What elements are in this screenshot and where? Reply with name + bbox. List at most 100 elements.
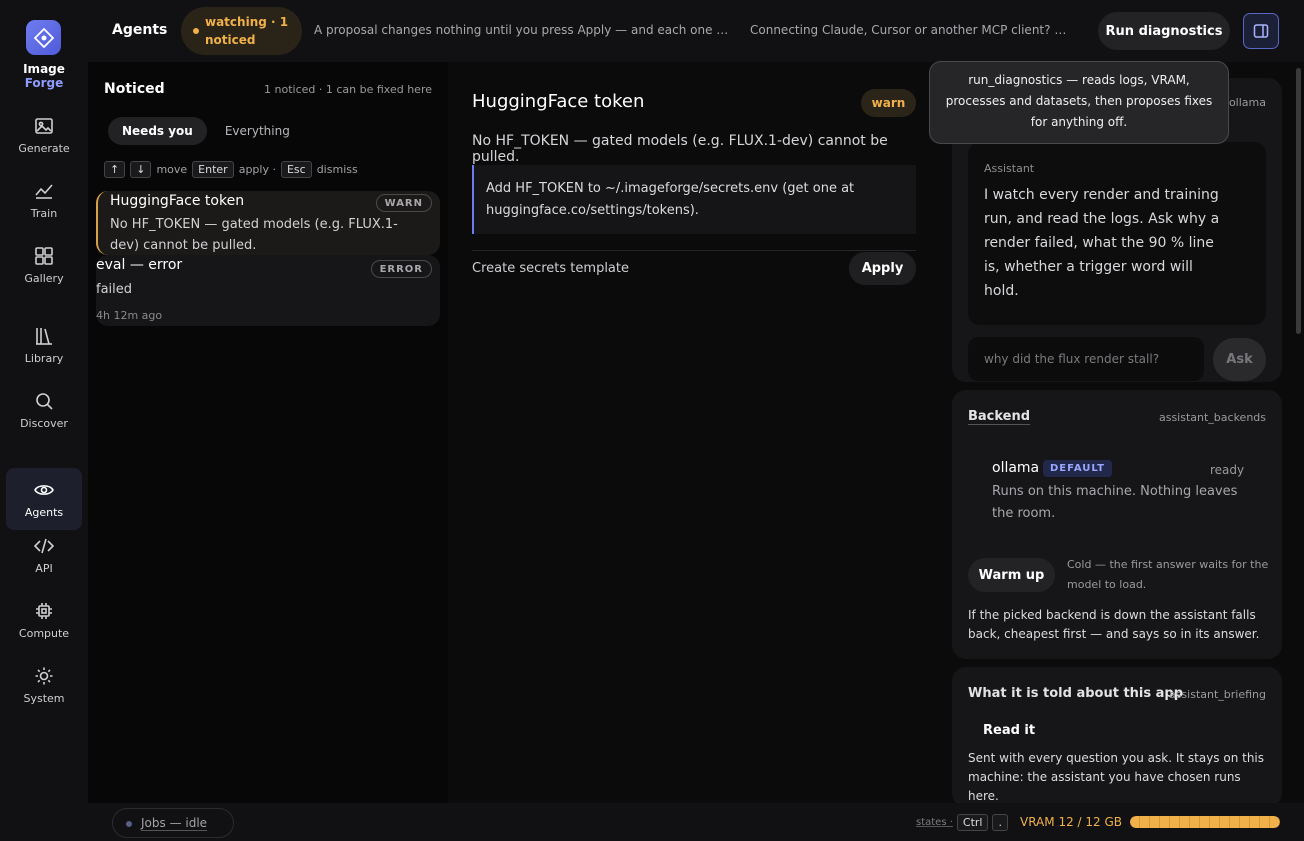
run-diagnostics-tooltip: run_diagnostics — reads logs, VRAM, proc… <box>929 61 1229 144</box>
notice-body: failed <box>96 282 133 297</box>
chart-line-icon <box>35 183 53 199</box>
assistant-panel: ollama Assistant I watch every render an… <box>938 62 1304 807</box>
noticed-panel: Noticed 1 noticed · 1 can be fixed here … <box>88 62 448 803</box>
warm-up-note: Cold — the first answer waits for the mo… <box>1067 558 1269 591</box>
fallback-note: If the picked backend is down the assist… <box>968 608 1260 641</box>
mcp-tip[interactable]: Connecting Claude, Cursor or another MCP… <box>750 23 1070 37</box>
noticed-count: 1 noticed · 1 can be fixed here <box>264 83 432 96</box>
keyboard-hints: ↑ ↓ move Enter apply · Esc dismiss <box>104 161 358 178</box>
run-diagnostics-button[interactable]: Run diagnostics <box>1098 12 1230 50</box>
diamond-logo-icon <box>33 27 54 48</box>
nav-label: Library <box>24 351 64 365</box>
backend-tag: assistant_backends <box>1158 411 1266 424</box>
jobs-dot-icon <box>126 821 132 827</box>
nav-label: Generate <box>18 141 70 155</box>
watching-text: watching · 1 noticed <box>205 15 289 47</box>
key-down: ↓ <box>130 161 152 178</box>
nav-system[interactable]: System <box>6 654 82 716</box>
briefing-card: What it is told about this app assistant… <box>952 667 1282 807</box>
app-logo[interactable] <box>26 20 61 55</box>
key-enter: Enter <box>192 161 234 178</box>
nav-label: API <box>35 561 53 575</box>
detail-title: HuggingFace token <box>472 91 645 112</box>
status-dot-icon <box>193 28 199 34</box>
briefing-text: Sent with every question you ask. It sta… <box>968 751 1265 803</box>
severity-chip: warn <box>861 89 916 117</box>
assistant-label: Assistant <box>984 162 1035 175</box>
nav-label: Train <box>30 206 58 220</box>
eye-icon <box>34 484 54 495</box>
key-up: ↑ <box>104 161 126 178</box>
vram-meter <box>1130 816 1280 828</box>
proposed-fix: Add HF_TOKEN to ~/.imageforge/secrets.en… <box>472 165 916 234</box>
states-shortcut[interactable]: states · Ctrl . <box>916 814 1008 831</box>
apply-tip[interactable]: A proposal changes nothing until you pre… <box>314 23 734 37</box>
code-icon <box>34 538 54 553</box>
briefing-heading: What it is told about this app <box>968 686 1184 701</box>
warm-up-button[interactable]: Warm up <box>968 558 1055 592</box>
backend-description: Runs on this machine. Nothing leaves the… <box>992 484 1238 521</box>
apply-button[interactable]: Apply <box>849 252 916 285</box>
tab-everything[interactable]: Everything <box>211 117 304 145</box>
noticed-title: Noticed <box>104 81 165 97</box>
image-icon <box>35 117 53 134</box>
nav-discover[interactable]: Discover <box>6 379 82 441</box>
default-badge: DEFAULT <box>1043 460 1112 477</box>
nav-library[interactable]: Library <box>6 314 82 376</box>
grid-icon <box>35 246 53 265</box>
side-panel-icon <box>1253 24 1269 38</box>
nav-agents[interactable]: Agents <box>6 468 82 530</box>
key-period: . <box>992 814 1008 831</box>
notice-title: HuggingFace token <box>110 193 245 209</box>
assistant-message: Assistant I watch every render and train… <box>968 142 1266 325</box>
nav-gallery[interactable]: Gallery <box>6 234 82 296</box>
nav-label: System <box>23 691 65 705</box>
assistant-backend-tag: ollama <box>1228 96 1266 109</box>
page-title: Agents <box>112 22 168 38</box>
backend-name[interactable]: ollama <box>992 460 1039 476</box>
notice-item-hf-token[interactable]: HuggingFace token WARN No HF_TOKEN — gat… <box>96 191 440 255</box>
notice-item-eval-error[interactable]: eval — error ERROR failed 4h 12m ago <box>96 255 440 326</box>
tab-needs-you[interactable]: Needs you <box>108 117 207 145</box>
brand-line-1: Image <box>23 62 65 76</box>
nav-train[interactable]: Train <box>6 169 82 231</box>
search-icon <box>36 392 53 410</box>
states-label: states · <box>916 817 953 828</box>
nav-compute[interactable]: Compute <box>6 589 82 651</box>
nav-label: Compute <box>18 626 70 640</box>
books-icon <box>36 327 52 345</box>
divider <box>472 250 916 251</box>
briefing-tag: assistant_briefing <box>1168 688 1266 701</box>
notice-body: No HF_TOKEN — gated models (e.g. FLUX.1-… <box>110 217 398 253</box>
nav-label: Discover <box>20 416 68 430</box>
nav-label: Agents <box>24 505 64 519</box>
notice-time: 4h 12m ago <box>96 309 163 322</box>
nav-api[interactable]: API <box>6 524 82 586</box>
topbar: Agents watching · 1 noticed A proposal c… <box>88 0 1304 62</box>
assistant-text: I watch every render and training run, a… <box>984 187 1220 299</box>
severity-tag: ERROR <box>370 260 432 278</box>
key-esc: Esc <box>280 161 312 178</box>
ask-input[interactable] <box>968 337 1204 381</box>
ask-button[interactable]: Ask <box>1213 338 1266 381</box>
side-panel-scrollbar[interactable] <box>1296 68 1301 334</box>
hint-apply: apply · <box>238 163 276 176</box>
hint-dismiss: dismiss <box>316 163 358 176</box>
watching-badge[interactable]: watching · 1 noticed <box>181 7 302 55</box>
toggle-side-panel-button[interactable] <box>1243 13 1279 49</box>
notice-title: eval — error <box>96 257 183 273</box>
jobs-status[interactable]: Jobs — idle <box>112 808 234 838</box>
brand-line-2: Forge <box>24 76 64 90</box>
hint-move: move <box>156 163 188 176</box>
backend-card: Backend assistant_backends ollama DEFAUL… <box>952 390 1282 659</box>
vram-label: VRAM 12 / 12 GB <box>1020 815 1122 829</box>
read-it-button[interactable]: Read it <box>968 723 1035 743</box>
vram-meter-fill <box>1130 816 1280 828</box>
detail-description: No HF_TOKEN — gated models (e.g. FLUX.1-… <box>472 133 888 165</box>
nav-generate[interactable]: Generate <box>6 104 82 166</box>
noticed-filter: Needs you Everything <box>108 117 304 145</box>
backend-state: ready <box>1210 463 1245 477</box>
backend-heading[interactable]: Backend <box>968 409 1030 424</box>
sidebar: Image Forge Generate Train Gallery Libra… <box>0 0 88 841</box>
nav-label: Gallery <box>24 271 64 285</box>
